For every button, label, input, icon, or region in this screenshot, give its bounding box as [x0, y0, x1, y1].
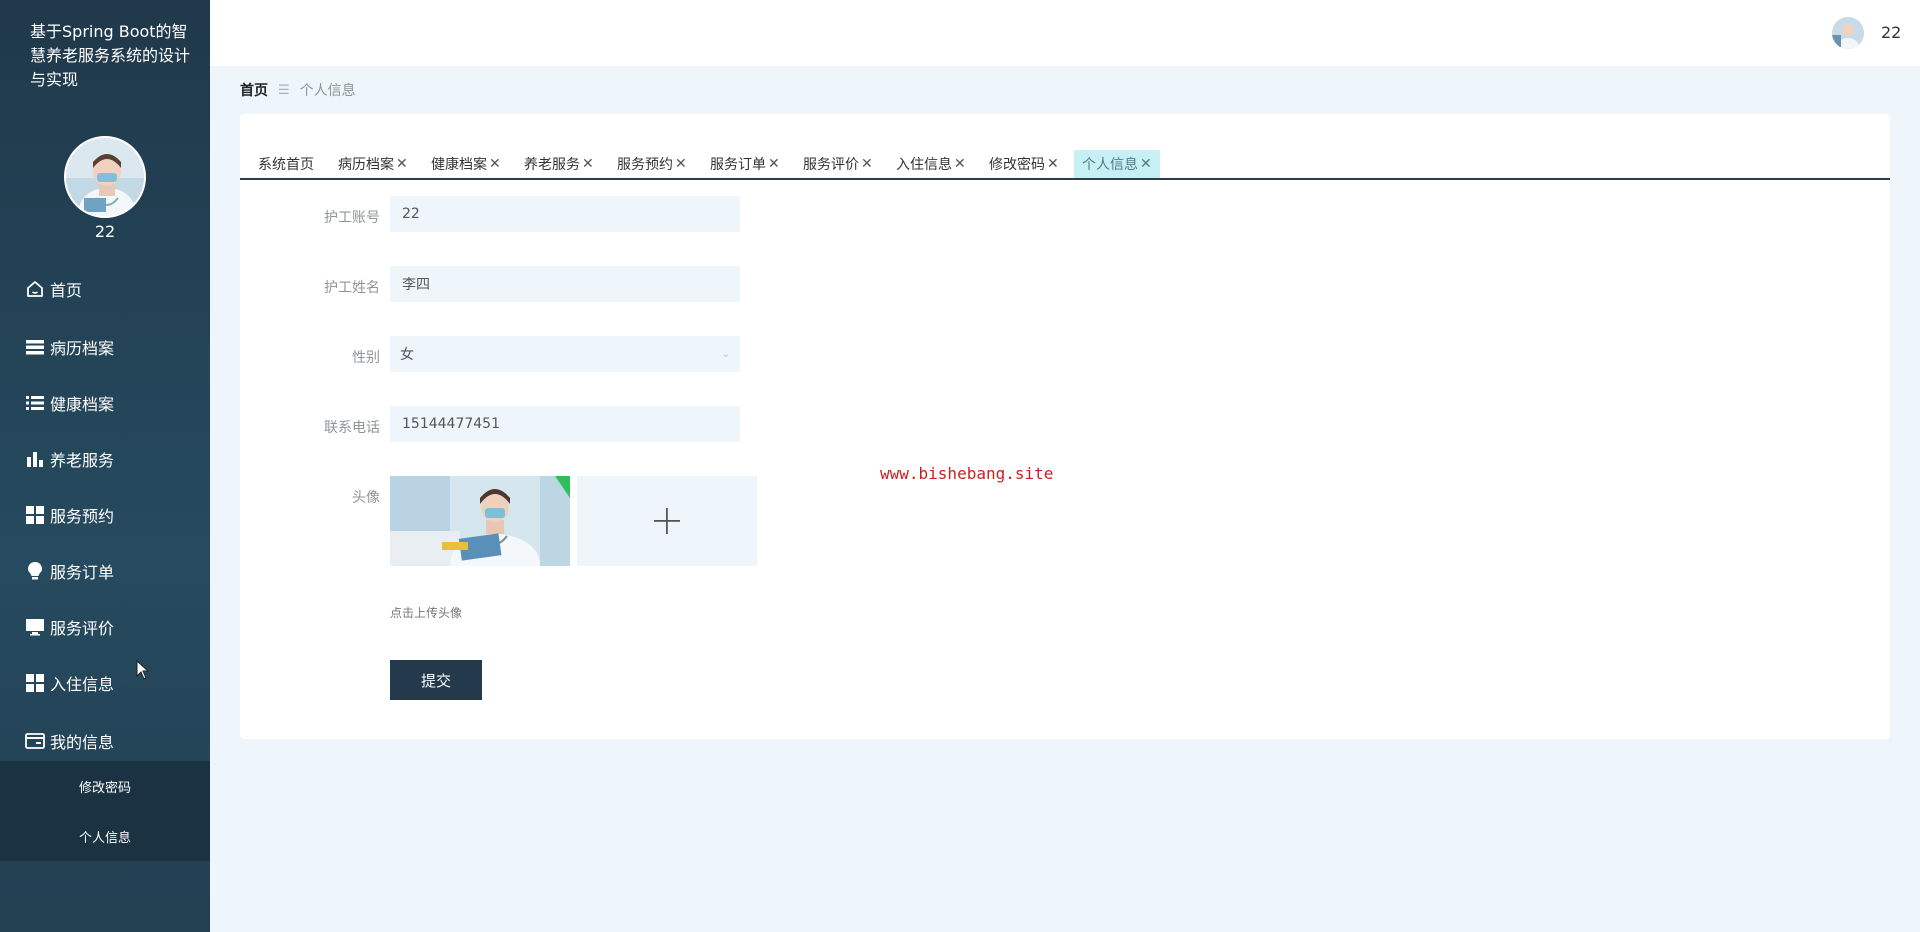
- sidebar-item-label: 病历档案: [50, 339, 115, 358]
- sidebar-item-label: 养老服务: [50, 451, 115, 470]
- sidebar-item-service-booking[interactable]: 服务预约: [0, 491, 210, 539]
- tab-service-reviews[interactable]: 服务评价 ✕: [795, 150, 881, 178]
- close-icon[interactable]: ✕: [1047, 156, 1059, 172]
- sidebar-item-medical-records[interactable]: 病历档案: [0, 323, 210, 371]
- submit-button[interactable]: 提交: [390, 660, 482, 700]
- sidebar-item-label: 服务订单: [50, 563, 115, 582]
- close-icon[interactable]: ✕: [861, 156, 873, 172]
- sidebar: 基于Spring Boot的智慧养老服务系统的设计与实现 22 首页 病历档案 …: [0, 0, 210, 932]
- avatar-label: 头像: [352, 490, 380, 506]
- tab-elderly-services[interactable]: 养老服务 ✕: [516, 150, 602, 178]
- tab-label: 养老服务: [524, 157, 580, 173]
- name-label: 护工姓名: [324, 280, 380, 296]
- close-icon[interactable]: ✕: [954, 156, 966, 172]
- close-icon[interactable]: ✕: [396, 156, 408, 172]
- sidebar-item-label: 服务预约: [50, 507, 115, 526]
- close-icon[interactable]: ✕: [768, 156, 780, 172]
- nurse-photo-image: [390, 476, 570, 566]
- sidebar-item-service-reviews[interactable]: 服务评价: [0, 603, 210, 651]
- tab-personal-info[interactable]: 个人信息 ✕: [1074, 150, 1160, 178]
- tab-label: 入住信息: [896, 157, 952, 173]
- close-icon[interactable]: ✕: [489, 156, 501, 172]
- top-header: 22: [210, 0, 1920, 66]
- chevron-down-icon: ⌄: [721, 348, 730, 360]
- sidebar-item-label: 服务评价: [50, 619, 115, 638]
- tab-service-orders[interactable]: 服务订单 ✕: [702, 150, 788, 178]
- sidebar-item-check-in-info[interactable]: 入住信息: [0, 659, 210, 707]
- sidebar-item-health-records[interactable]: 健康档案: [0, 379, 210, 427]
- tab-change-password[interactable]: 修改密码 ✕: [981, 150, 1067, 178]
- tab-label: 病历档案: [338, 157, 394, 173]
- tab-label: 系统首页: [258, 157, 314, 173]
- monitor-icon: [24, 616, 46, 638]
- close-icon[interactable]: ✕: [582, 156, 594, 172]
- header-username[interactable]: 22: [1881, 23, 1901, 42]
- breadcrumb-separator-icon: ☰: [278, 82, 290, 98]
- tab-label: 服务评价: [803, 157, 859, 173]
- sidebar-item-my-info[interactable]: 我的信息: [0, 717, 210, 765]
- tab-label: 修改密码: [989, 157, 1045, 173]
- grid-icon: [24, 504, 46, 526]
- gender-selected-value: 女: [400, 347, 414, 363]
- close-icon[interactable]: ✕: [675, 156, 687, 172]
- submenu-item-change-password[interactable]: 修改密码: [0, 761, 210, 811]
- sidebar-item-elderly-services[interactable]: 养老服务: [0, 435, 210, 483]
- sidebar-item-label: 健康档案: [50, 395, 115, 414]
- id-card-icon: [24, 730, 46, 752]
- breadcrumb: 首页 ☰ 个人信息: [240, 80, 356, 100]
- tab-label: 服务预约: [617, 157, 673, 173]
- sidebar-item-label: 首页: [50, 281, 83, 300]
- close-icon[interactable]: ✕: [1140, 156, 1152, 172]
- phone-label: 联系电话: [324, 420, 380, 436]
- watermark-text: www.bishebang.site: [880, 464, 1054, 483]
- nurse-portrait-image: [66, 138, 144, 216]
- submenu-item-personal-info[interactable]: 个人信息: [0, 811, 210, 861]
- tab-label: 服务订单: [710, 157, 766, 173]
- phone-input[interactable]: [390, 406, 740, 442]
- avatar-upload-box[interactable]: [577, 476, 757, 566]
- tab-service-booking[interactable]: 服务预约 ✕: [609, 150, 695, 178]
- tab-medical-records[interactable]: 病历档案 ✕: [330, 150, 416, 178]
- gender-label: 性别: [352, 350, 380, 366]
- app-title: 基于Spring Boot的智慧养老服务系统的设计与实现: [30, 22, 191, 89]
- sidebar-avatar: [64, 136, 146, 218]
- upload-hint: 点击上传头像: [390, 606, 463, 620]
- tab-label: 健康档案: [431, 157, 487, 173]
- sidebar-submenu: 修改密码 个人信息: [0, 761, 210, 861]
- mouse-cursor-icon: [136, 660, 150, 680]
- sidebar-username: 22: [94, 222, 116, 241]
- avatar-preview-image[interactable]: [390, 476, 570, 566]
- name-input[interactable]: [390, 266, 740, 302]
- gender-select[interactable]: 女 ⌄: [390, 336, 740, 372]
- tab-bar: 系统首页 病历档案 ✕ 健康档案 ✕ 养老服务 ✕ 服务预约 ✕ 服务订单 ✕ …: [240, 132, 1890, 180]
- tab-label: 个人信息: [1082, 157, 1138, 173]
- sidebar-item-label: 我的信息: [50, 733, 115, 752]
- tab-health-records[interactable]: 健康档案 ✕: [423, 150, 509, 178]
- tab-system-home[interactable]: 系统首页: [250, 150, 322, 178]
- sidebar-item-home[interactable]: 首页: [0, 265, 210, 313]
- sidebar-item-service-orders[interactable]: 服务订单: [0, 547, 210, 595]
- home-icon: [24, 278, 46, 300]
- lightbulb-icon: [24, 560, 46, 582]
- tab-check-in-info[interactable]: 入住信息 ✕: [888, 150, 974, 178]
- grid-icon: [24, 672, 46, 694]
- list-alt-icon: [24, 392, 46, 414]
- bar-chart-icon: [24, 448, 46, 470]
- breadcrumb-home[interactable]: 首页: [240, 80, 268, 100]
- account-input[interactable]: [390, 196, 740, 232]
- account-label: 护工账号: [324, 210, 380, 226]
- submenu-item-label: 个人信息: [78, 830, 131, 846]
- sidebar-item-label: 入住信息: [50, 675, 115, 694]
- header-avatar[interactable]: [1832, 17, 1864, 49]
- user-avatar-image: [1832, 17, 1864, 49]
- submenu-item-label: 修改密码: [78, 780, 131, 796]
- plus-icon: [654, 508, 680, 534]
- list-icon: [24, 336, 46, 358]
- breadcrumb-current: 个人信息: [299, 83, 356, 99]
